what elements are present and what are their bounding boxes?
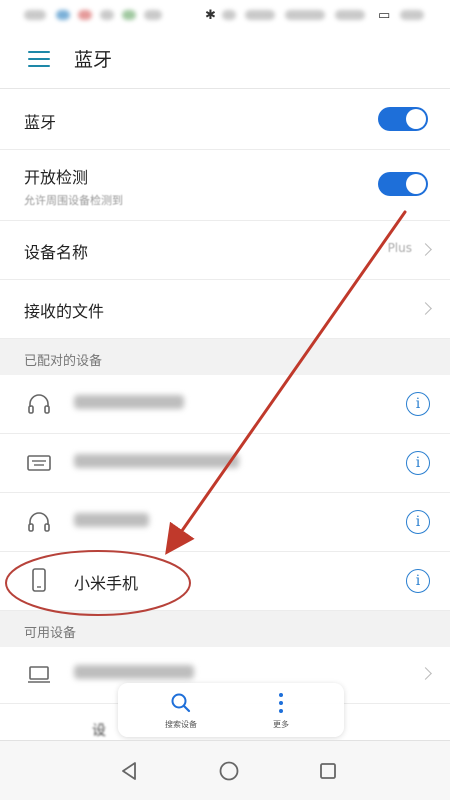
- keyboard-icon: [27, 455, 51, 471]
- visibility-switch[interactable]: [378, 172, 428, 196]
- chevron-right-icon: [419, 243, 432, 256]
- blurred-device-name: [74, 454, 239, 468]
- status-blur: [78, 10, 92, 20]
- back-triangle-icon[interactable]: [120, 761, 138, 781]
- more-button[interactable]: 更多: [236, 687, 326, 733]
- phone-icon: [32, 568, 46, 592]
- status-blur: [285, 10, 325, 20]
- status-blur: [24, 10, 46, 20]
- status-blur: [245, 10, 275, 20]
- bluetooth-toggle-row[interactable]: 蓝牙: [0, 89, 450, 150]
- status-blur: [144, 10, 162, 20]
- chevron-right-icon: [419, 302, 432, 315]
- bluetooth-status-icon: ✱: [205, 8, 216, 23]
- app-bar: 蓝牙: [0, 30, 450, 89]
- headphones-icon: [28, 512, 50, 532]
- search-devices-label: 搜索设备: [165, 720, 197, 729]
- recents-square-icon[interactable]: [318, 761, 338, 781]
- system-nav-bar: [0, 740, 450, 800]
- section-header-label: 已配对的设备: [24, 354, 103, 369]
- status-blur: [222, 10, 236, 20]
- paired-device-row-xiaomi[interactable]: 小米手机 i: [0, 552, 450, 611]
- visibility-toggle-row[interactable]: 开放检测 允许周围设备检测到: [0, 150, 450, 221]
- bluetooth-label: 蓝牙: [24, 113, 57, 132]
- status-blur: [400, 10, 424, 20]
- blurred-device-name: [74, 395, 184, 409]
- device-name-value: Plus: [387, 241, 412, 255]
- paired-devices-header: 已配对的设备: [0, 339, 450, 375]
- device-name-label: 设备名称: [24, 243, 89, 262]
- section-header-label: 可用设备: [24, 626, 77, 641]
- chevron-right-icon: [419, 667, 432, 680]
- search-devices-button[interactable]: 搜索设备: [136, 687, 226, 733]
- floating-action-bar: 搜索设备 更多: [118, 683, 344, 737]
- battery-icon: ▭: [378, 8, 391, 23]
- status-blur: [100, 10, 114, 20]
- paired-device-row[interactable]: i: [0, 434, 450, 493]
- received-files-label: 接收的文件: [24, 302, 105, 321]
- status-blur: [335, 10, 365, 20]
- status-blur: [122, 10, 136, 20]
- laptop-icon: [28, 666, 50, 683]
- visibility-label: 开放检测: [24, 168, 89, 187]
- received-files-row[interactable]: 接收的文件: [0, 280, 450, 339]
- info-icon[interactable]: i: [406, 510, 430, 534]
- info-icon[interactable]: i: [406, 451, 430, 475]
- home-circle-icon[interactable]: [218, 760, 240, 782]
- info-icon[interactable]: i: [406, 569, 430, 593]
- bluetooth-switch[interactable]: [378, 107, 428, 131]
- blurred-device-name: [74, 665, 194, 679]
- partial-label: 设: [92, 723, 106, 739]
- info-icon[interactable]: i: [406, 392, 430, 416]
- paired-device-row[interactable]: i: [0, 493, 450, 552]
- status-bar: ✱ ▭: [0, 0, 450, 30]
- blurred-device-name: [74, 513, 149, 527]
- paired-device-row[interactable]: i: [0, 375, 450, 434]
- device-name-row[interactable]: 设备名称 Plus: [0, 221, 450, 280]
- available-devices-header: 可用设备: [0, 611, 450, 647]
- visibility-sublabel: 允许周围设备检测到: [24, 194, 123, 207]
- device-name-xiaomi: 小米手机: [74, 574, 139, 593]
- more-vertical-icon: [279, 693, 283, 713]
- hamburger-menu-icon[interactable]: [28, 51, 50, 69]
- status-blur: [56, 10, 70, 20]
- more-label: 更多: [273, 720, 289, 729]
- page-title: 蓝牙: [74, 49, 113, 71]
- headphones-icon: [28, 394, 50, 414]
- search-icon: [171, 693, 191, 713]
- bluetooth-settings-screen: ✱ ▭ 蓝牙 蓝牙 开放检测 允许周围设备检测到 设备名称 Plus 接收的文件: [0, 0, 450, 800]
